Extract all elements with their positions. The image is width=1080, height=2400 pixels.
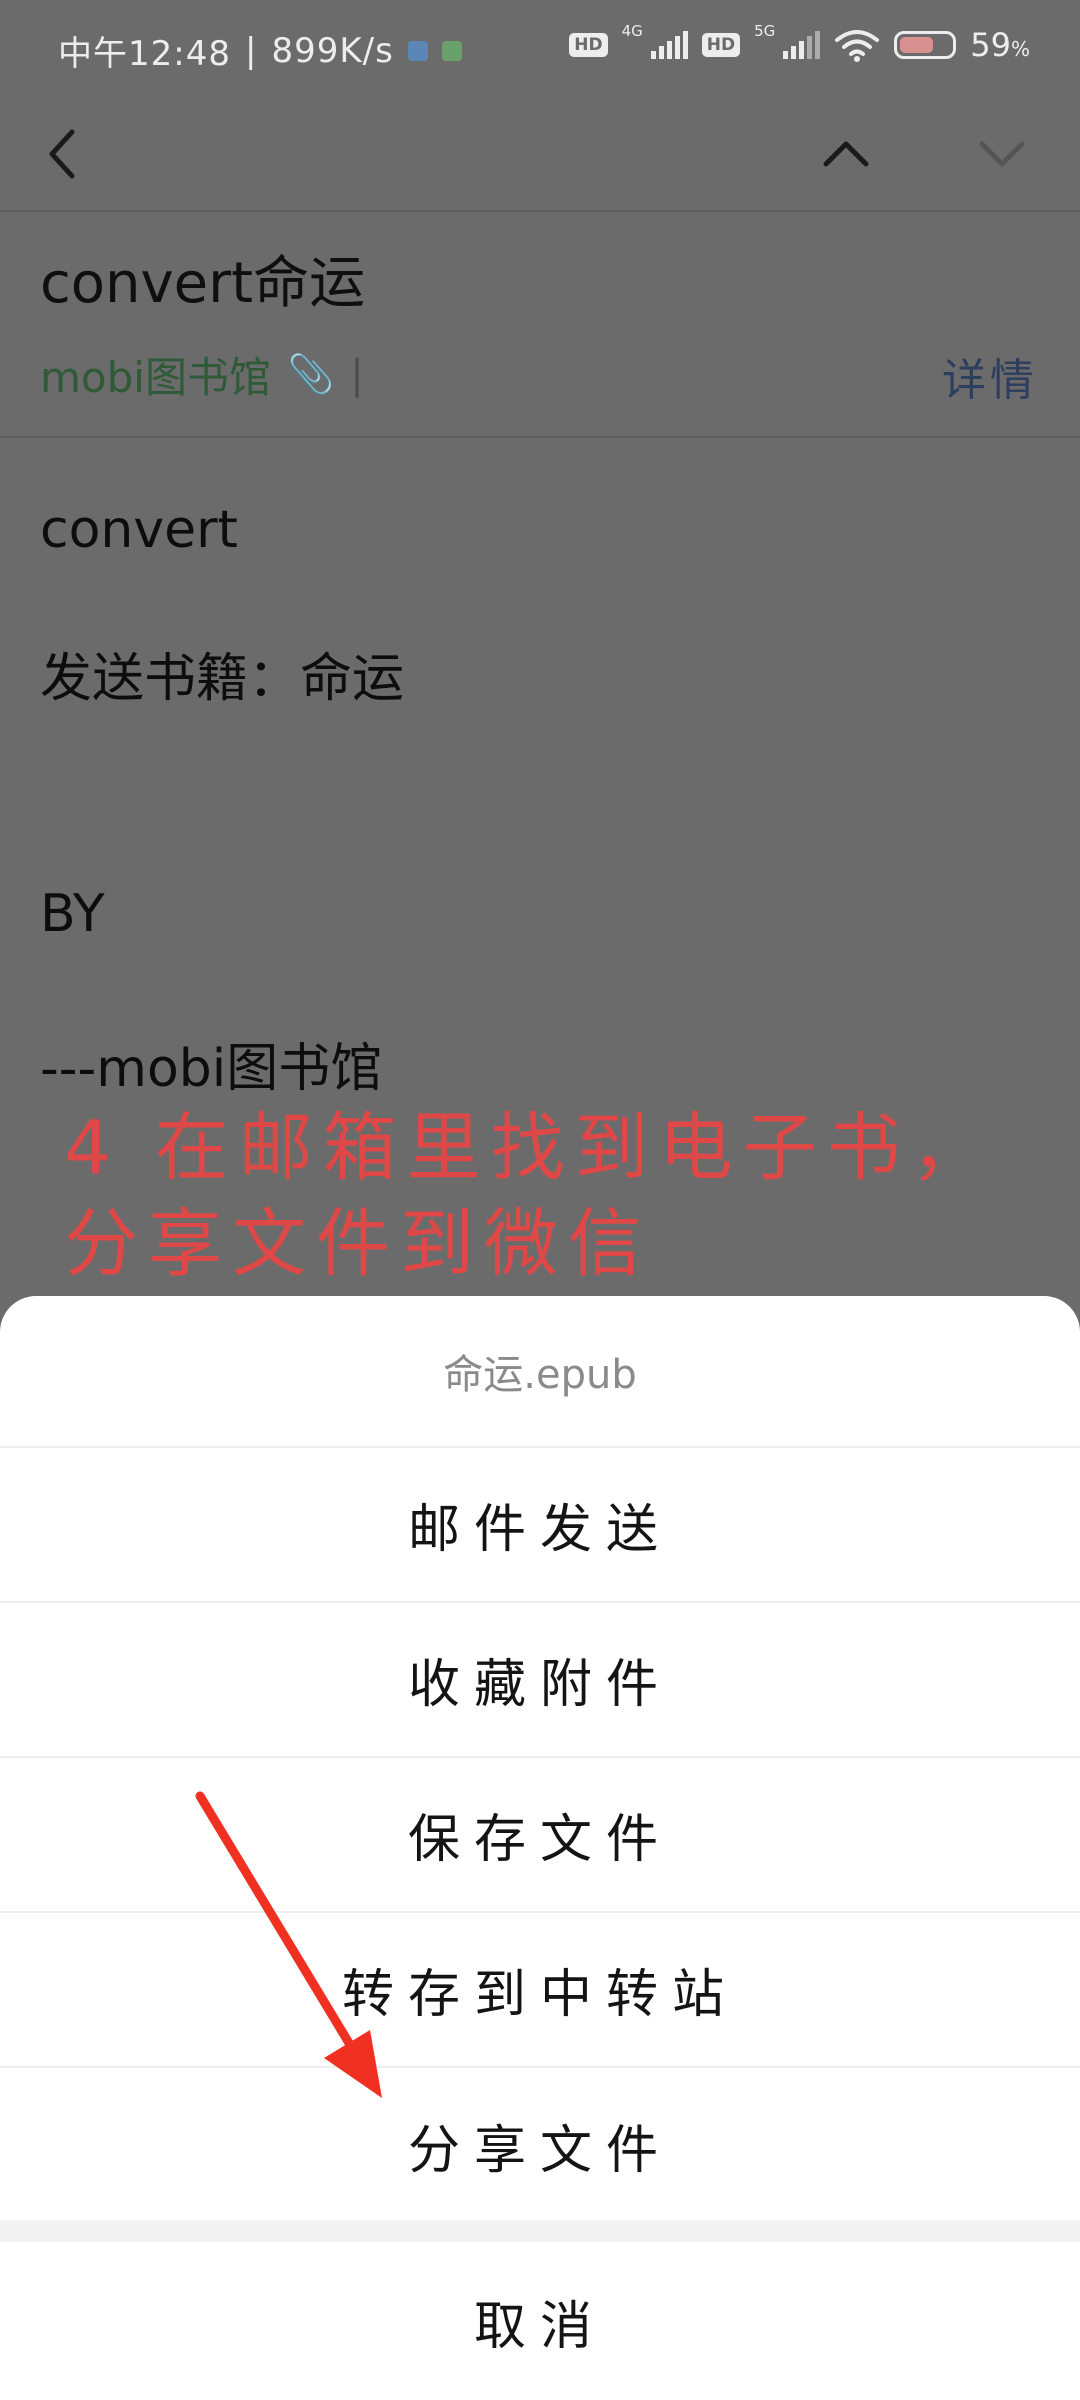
screen: 中午12:48 | 899K/s HD 4G HD 5G 59% convert… [0, 0, 1080, 2400]
nav-bar [0, 100, 1080, 210]
status-separator: | [244, 30, 258, 71]
body-line-book: 发送书籍：命运 [40, 649, 405, 709]
header-divider [0, 436, 1080, 438]
net-type-2: 5G [754, 22, 776, 40]
annotation-line-2: 分享文件到微信 [64, 1201, 652, 1287]
sheet-item-share-file[interactable]: 分享文件 [0, 2068, 1080, 2223]
mail-sender[interactable]: mobi图书馆 [40, 344, 271, 405]
sheet-gap [0, 2220, 1080, 2242]
sender-separator: | [350, 351, 364, 398]
attachment-action-sheet: 命运.epub 邮件发送 收藏附件 保存文件 转存到中转站 分享文件 取消 [0, 1296, 1080, 2400]
back-arrow-icon[interactable] [40, 122, 84, 186]
hd-badge-2: HD [701, 33, 741, 57]
tutorial-annotation: 4 在邮箱里找到电子书， 分享文件到微信 [64, 1100, 995, 1292]
next-mail-icon[interactable] [972, 122, 1032, 186]
sheet-item-send-mail[interactable]: 邮件发送 [0, 1448, 1080, 1603]
wifi-icon [835, 30, 880, 62]
signal-icon-2 [783, 31, 821, 59]
sheet-item-save-file[interactable]: 保存文件 [0, 1758, 1080, 1913]
hd-badge-1: HD [569, 33, 608, 57]
battery-level: 59% [970, 26, 1030, 64]
status-bar: 中午12:48 | 899K/s HD 4G HD 5G 59% [0, 0, 1080, 100]
body-line-signature: ---mobi图书馆 [40, 1039, 383, 1099]
status-left: 中午12:48 | 899K/s [58, 26, 462, 75]
battery-icon [894, 31, 957, 59]
status-time: 中午12:48 [58, 34, 231, 74]
nav-divider [0, 210, 1080, 212]
sheet-title: 命运.epub [0, 1296, 1080, 1448]
signal-icon-1 [650, 31, 688, 59]
sheet-item-favorite-attachment[interactable]: 收藏附件 [0, 1603, 1080, 1758]
mail-subject: convert命运 [40, 251, 366, 316]
annotation-line-1: 4 在邮箱里找到电子书， [64, 1105, 995, 1191]
body-line-convert: convert [40, 500, 238, 560]
details-link[interactable]: 详情 [942, 344, 1038, 408]
notification-app-icon [407, 40, 428, 61]
previous-mail-icon[interactable] [816, 122, 876, 186]
cancel-button[interactable]: 取消 [0, 2242, 1080, 2400]
notification-wechat-icon [441, 40, 462, 61]
net-type-1: 4G [621, 22, 643, 40]
sheet-item-transfer-station[interactable]: 转存到中转站 [0, 1913, 1080, 2068]
mail-sender-row: mobi图书馆 📎 | [40, 344, 364, 405]
body-line-by: BY [40, 884, 105, 944]
status-right: HD 4G HD 5G 59% [569, 22, 1030, 64]
attachment-clip-icon: 📎 [286, 352, 335, 396]
status-net-speed: 899K/s [271, 30, 394, 71]
